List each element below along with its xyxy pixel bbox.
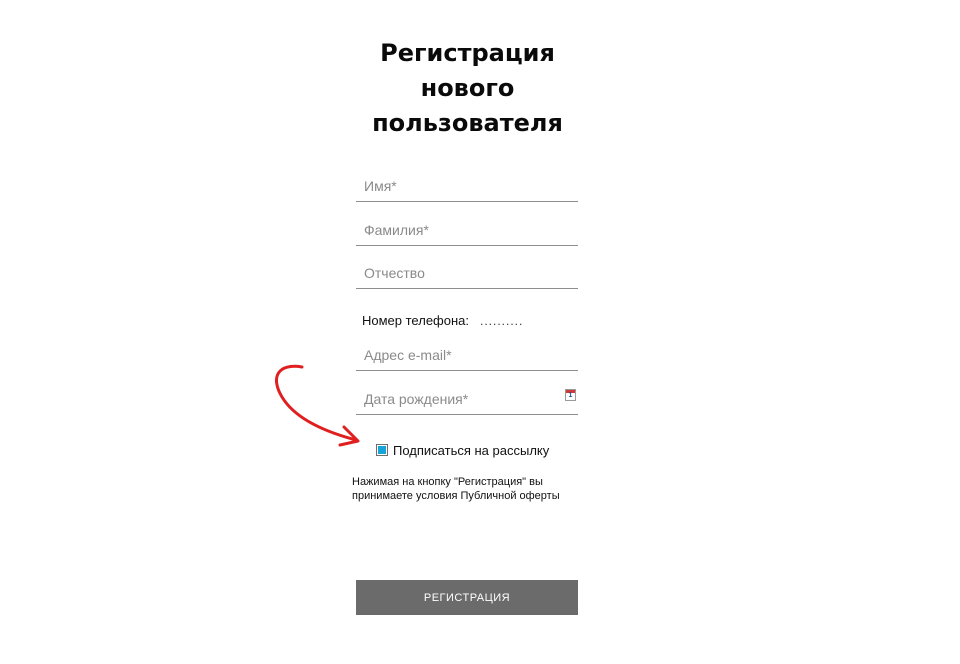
first-name-field-wrapper [356,172,578,202]
phone-row: Номер телефона: [362,310,582,332]
birth-date-field-wrapper: 1 [356,385,578,415]
birth-date-input[interactable] [356,385,578,413]
calendar-icon[interactable]: 1 [565,389,576,401]
checkbox-checked-icon [378,446,386,454]
title-line-3: пользователя [372,109,563,137]
first-name-input[interactable] [356,172,578,200]
newsletter-label[interactable]: Подписаться на рассылку [393,443,549,458]
register-button[interactable]: РЕГИСТРАЦИЯ [356,580,578,615]
phone-input[interactable] [480,310,572,332]
page-title: Регистрация нового пользователя [345,36,590,141]
middle-name-input[interactable] [356,259,578,287]
newsletter-row[interactable]: Подписаться на рассылку [376,441,549,459]
calendar-icon-day: 1 [568,392,573,399]
email-input[interactable] [356,341,578,369]
terms-text: Нажимая на кнопку "Регистрация" вы прини… [352,475,592,503]
middle-name-field-wrapper [356,259,578,289]
newsletter-checkbox[interactable] [376,444,388,456]
terms-line-2: принимаете условия Публичной оферты [352,490,560,502]
title-line-2: нового [420,74,515,102]
last-name-field-wrapper [356,216,578,246]
last-name-input[interactable] [356,216,578,244]
terms-line-1: Нажимая на кнопку "Регистрация" вы [352,476,543,488]
red-arrow-icon [275,364,360,447]
title-line-1: Регистрация [380,39,555,67]
phone-label: Номер телефона: [362,313,469,328]
email-field-wrapper [356,341,578,371]
